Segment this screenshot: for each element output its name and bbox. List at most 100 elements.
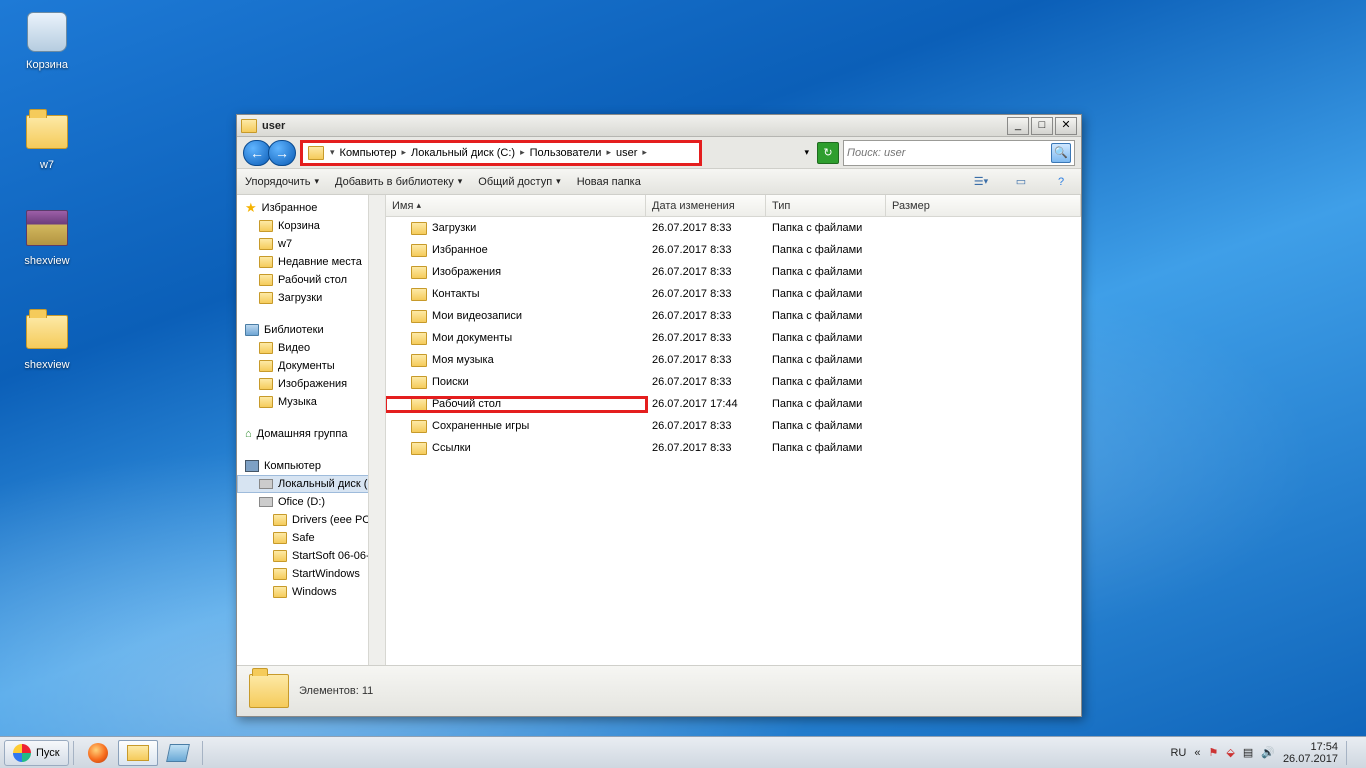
- scrollbar[interactable]: [368, 195, 385, 665]
- new-folder-button[interactable]: Новая папка: [577, 176, 641, 188]
- col-type[interactable]: Тип: [766, 195, 886, 216]
- table-row[interactable]: Моя музыка26.07.2017 8:33Папка с файлами: [386, 349, 1081, 371]
- desktop-icon-shexview[interactable]: shexview: [12, 308, 82, 371]
- language-indicator[interactable]: RU: [1170, 747, 1186, 759]
- nav-item[interactable]: Музыка: [237, 393, 385, 411]
- table-row[interactable]: Ссылки26.07.2017 8:33Папка с файлами: [386, 437, 1081, 459]
- refresh-button[interactable]: ↻: [817, 142, 839, 164]
- back-button[interactable]: ←: [243, 140, 271, 166]
- clock[interactable]: 17:54 26.07.2017: [1283, 741, 1338, 765]
- col-name[interactable]: Имя ▴: [386, 195, 646, 216]
- nav-item[interactable]: ★Избранное: [237, 199, 385, 217]
- start-button[interactable]: Пуск: [4, 740, 69, 766]
- titlebar[interactable]: user _ □ ✕: [237, 115, 1081, 137]
- tray-network-icon[interactable]: ▤: [1243, 746, 1253, 759]
- breadcrumb-seg[interactable]: Пользователи: [528, 147, 604, 159]
- add-to-library-menu[interactable]: Добавить в библиотеку▾: [335, 176, 462, 188]
- desktop-icon-shexview[interactable]: shexview: [12, 204, 82, 267]
- table-row[interactable]: Мои видеозаписи26.07.2017 8:33Папка с фа…: [386, 305, 1081, 327]
- folder-icon: [273, 532, 287, 544]
- nav-item[interactable]: Drivers (eee PC: [237, 511, 385, 529]
- taskbar[interactable]: Пуск RU « ⚑ ⬙ ▤ 🔊 17:54 26.07.2017: [0, 736, 1366, 768]
- table-row[interactable]: Поиски26.07.2017 8:33Папка с файлами: [386, 371, 1081, 393]
- window-title: user: [262, 120, 285, 132]
- folder-icon: [259, 256, 273, 268]
- address-dropdown[interactable]: ▾: [706, 140, 813, 166]
- app-icon: [166, 744, 190, 762]
- nav-item[interactable]: Корзина: [237, 217, 385, 235]
- tray-volume-icon[interactable]: 🔊: [1261, 746, 1275, 759]
- table-row[interactable]: Рабочий стол26.07.2017 17:44Папка с файл…: [386, 393, 1081, 415]
- nav-item[interactable]: StartSoft 06-06-: [237, 547, 385, 565]
- taskbar-firefox[interactable]: [78, 740, 118, 766]
- search-box[interactable]: 🔍: [843, 140, 1075, 166]
- view-options-button[interactable]: ☰ ▾: [969, 172, 993, 192]
- organize-menu[interactable]: Упорядочить▾: [245, 176, 319, 188]
- table-row[interactable]: Мои документы26.07.2017 8:33Папка с файл…: [386, 327, 1081, 349]
- desktop-icon-Корзина[interactable]: Корзина: [12, 8, 82, 71]
- help-button[interactable]: ?: [1049, 172, 1073, 192]
- column-headers[interactable]: Имя ▴ Дата изменения Тип Размер: [386, 195, 1081, 217]
- folder-icon: [411, 266, 427, 279]
- nav-item[interactable]: Видео: [237, 339, 385, 357]
- table-row[interactable]: Загрузки26.07.2017 8:33Папка с файлами: [386, 217, 1081, 239]
- window-icon: [241, 119, 257, 133]
- separator: [73, 741, 74, 765]
- nav-item[interactable]: Safe: [237, 529, 385, 547]
- close-button[interactable]: ✕: [1055, 117, 1077, 135]
- forward-button[interactable]: →: [268, 140, 296, 166]
- minimize-button[interactable]: _: [1007, 117, 1029, 135]
- col-date[interactable]: Дата изменения: [646, 195, 766, 216]
- navigation-pane[interactable]: ★ИзбранноеКорзинаw7Недавние местаРабочий…: [237, 195, 386, 665]
- nav-item[interactable]: Библиотеки: [237, 321, 385, 339]
- address-bar[interactable]: ▾ Компьютер ▸ Локальный диск (C:) ▸ Поль…: [300, 140, 702, 166]
- nav-item[interactable]: Изображения: [237, 375, 385, 393]
- nav-item[interactable]: StartWindows: [237, 565, 385, 583]
- breadcrumb-seg[interactable]: Локальный диск (C:): [409, 147, 517, 159]
- nav-item[interactable]: Windows: [237, 583, 385, 601]
- table-row[interactable]: Контакты26.07.2017 8:33Папка с файлами: [386, 283, 1081, 305]
- table-row[interactable]: Избранное26.07.2017 8:33Папка с файлами: [386, 239, 1081, 261]
- folder-icon: [411, 310, 427, 323]
- folder-icon: [259, 292, 273, 304]
- nav-item[interactable]: Документы: [237, 357, 385, 375]
- table-row[interactable]: Сохраненные игры26.07.2017 8:33Папка с ф…: [386, 415, 1081, 437]
- preview-pane-button[interactable]: ▭: [1009, 172, 1033, 192]
- nav-item[interactable]: Компьютер: [237, 457, 385, 475]
- nav-item[interactable]: Недавние места: [237, 253, 385, 271]
- folder-icon: [273, 586, 287, 598]
- show-desktop-button[interactable]: [1346, 741, 1356, 765]
- nav-row: ← → ▾ Компьютер ▸ Локальный диск (C:) ▸ …: [237, 137, 1081, 169]
- taskbar-explorer[interactable]: [118, 740, 158, 766]
- chevron-icon[interactable]: ▸: [639, 147, 650, 158]
- taskbar-app[interactable]: [158, 740, 198, 766]
- nav-item[interactable]: Загрузки: [237, 289, 385, 307]
- share-menu[interactable]: Общий доступ▾: [478, 176, 560, 188]
- table-row[interactable]: Изображения26.07.2017 8:33Папка с файлам…: [386, 261, 1081, 283]
- folder-icon: [273, 568, 287, 580]
- breadcrumb-seg[interactable]: Компьютер: [338, 147, 399, 159]
- chevron-icon[interactable]: ▸: [398, 147, 409, 158]
- tray-chevron-icon[interactable]: «: [1194, 747, 1200, 759]
- search-icon[interactable]: 🔍: [1051, 143, 1071, 163]
- nav-item[interactable]: w7: [237, 235, 385, 253]
- nav-item[interactable]: Ofice (D:): [237, 493, 385, 511]
- chevron-icon[interactable]: ▸: [603, 147, 614, 158]
- nav-item[interactable]: ⌂Домашняя группа: [237, 425, 385, 443]
- nav-item[interactable]: Локальный диск (: [237, 475, 385, 493]
- desktop-icon-w7[interactable]: w7: [12, 108, 82, 171]
- col-size[interactable]: Размер: [886, 195, 1081, 216]
- status-text: Элементов: 11: [299, 685, 373, 697]
- breadcrumb-seg[interactable]: user: [614, 147, 639, 159]
- search-input[interactable]: [847, 147, 1051, 159]
- folder-icon: [411, 332, 427, 345]
- icon-label: shexview: [12, 359, 82, 371]
- tray-flag-icon[interactable]: ⚑: [1208, 746, 1218, 759]
- nav-item[interactable]: Рабочий стол: [237, 271, 385, 289]
- chevron-icon[interactable]: ▸: [517, 147, 528, 158]
- maximize-button[interactable]: □: [1031, 117, 1053, 135]
- system-tray[interactable]: RU « ⚑ ⬙ ▤ 🔊 17:54 26.07.2017: [1170, 741, 1362, 765]
- tray-security-icon[interactable]: ⬙: [1226, 746, 1234, 759]
- folder-icon: [259, 396, 273, 408]
- folder-icon: [273, 514, 287, 526]
